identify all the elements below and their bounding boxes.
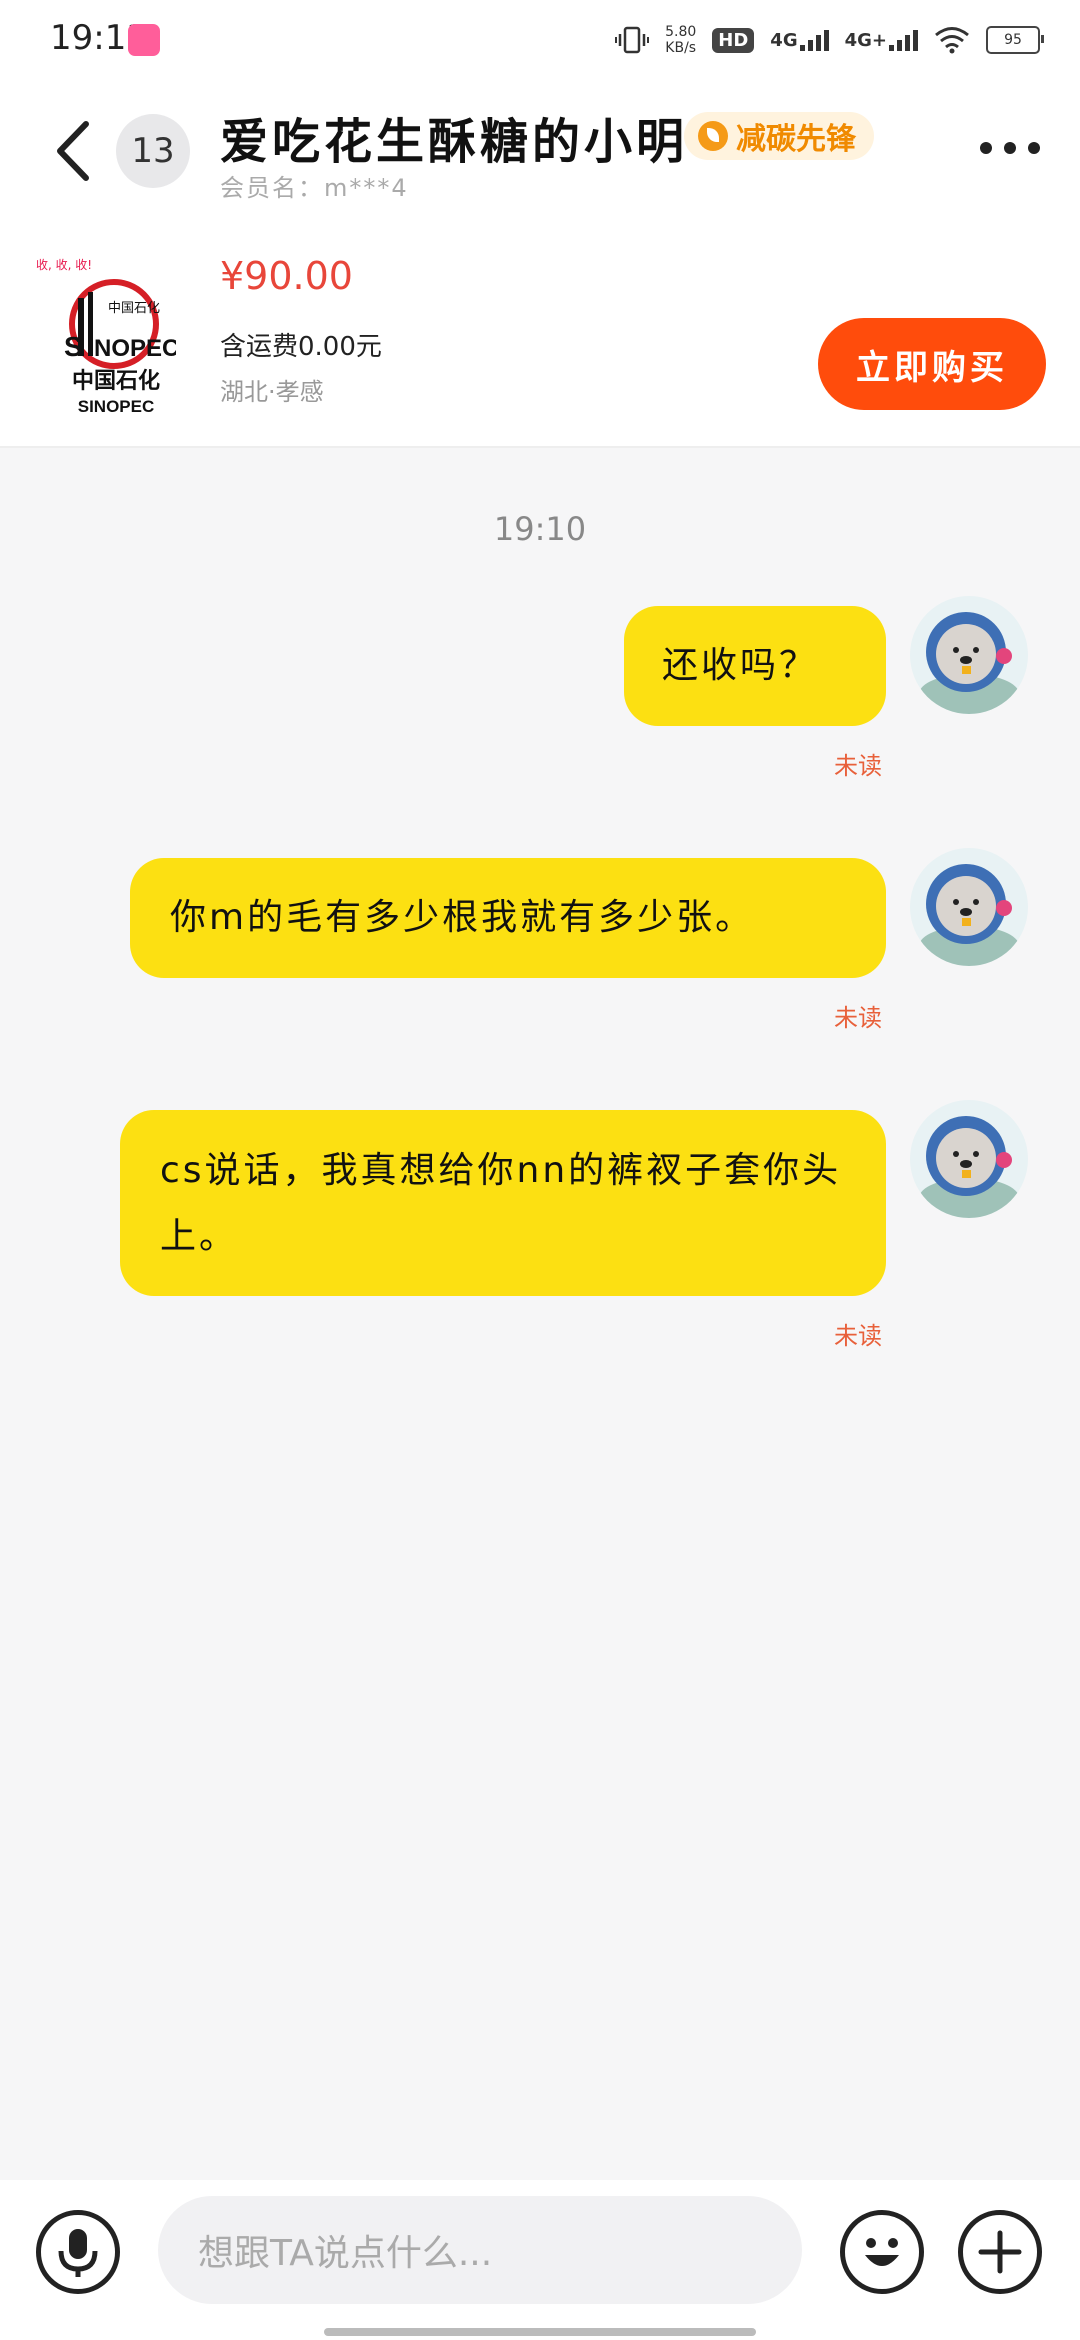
vibrate-icon	[615, 26, 650, 54]
signal-4gplus-icon: 4G+	[845, 29, 918, 51]
avatar[interactable]	[910, 596, 1028, 714]
svg-text:NOPEC: NOPEC	[94, 335, 176, 362]
read-status: 未读	[834, 752, 882, 780]
product-price: ¥90.00	[220, 254, 353, 298]
svg-text:S: S	[64, 331, 83, 362]
home-indicator[interactable]	[324, 2328, 756, 2336]
signal-4g-icon: 4G	[770, 29, 829, 51]
product-location: 湖北·孝感	[220, 378, 324, 406]
carbon-badge[interactable]: 减碳先锋	[684, 112, 874, 160]
avatar[interactable]	[910, 1100, 1028, 1218]
plus-icon	[978, 2230, 1022, 2274]
otter-astronaut-icon	[919, 1116, 1019, 1218]
smiley-icon	[865, 2238, 899, 2266]
read-status: 未读	[834, 1322, 882, 1350]
leaf-icon	[698, 121, 728, 151]
status-bar: 19:13 5.80 KB/s HD 4G 4G+ 95	[0, 0, 1080, 84]
more-options-icon[interactable]	[980, 142, 1040, 154]
avatar[interactable]	[910, 848, 1028, 966]
svg-text:中国石化: 中国石化	[108, 301, 160, 316]
svg-text:SINOPEC: SINOPEC	[78, 397, 155, 416]
network-speed: 5.80 KB/s	[665, 24, 697, 56]
microphone-icon	[58, 2229, 98, 2277]
sinopec-logo: 中国石化 S NOPEC 中国石化 SINOPEC	[64, 279, 176, 416]
contact-name: 爱吃花生酥糖的小明	[220, 114, 689, 170]
message-bubble[interactable]: cs说话，我真想给你nn的裤衩子套你头上。	[120, 1110, 886, 1296]
read-status: 未读	[834, 1004, 882, 1032]
message-input[interactable]: 想跟TA说点什么...	[158, 2196, 802, 2304]
back-icon[interactable]	[46, 116, 106, 186]
hd-icon: HD	[712, 27, 755, 53]
emoji-button[interactable]	[840, 2210, 924, 2294]
chat-header: 13 爱吃花生酥糖的小明 减碳先锋 会员名：m***4	[0, 84, 1080, 214]
product-card[interactable]: 收, 收, 收! 中国石化 S NOPEC 中国石化 SINOPEC ¥90.0…	[0, 214, 1080, 448]
member-name: 会员名：m***4	[220, 174, 409, 202]
shipping-fee: 含运费0.00元	[220, 332, 382, 362]
voice-button[interactable]	[36, 2210, 120, 2294]
otter-astronaut-icon	[919, 864, 1019, 966]
wifi-icon	[935, 27, 969, 54]
unread-count-badge[interactable]: 13	[116, 114, 190, 188]
message-bubble[interactable]: 还收吗？	[624, 606, 886, 726]
more-actions-button[interactable]	[958, 2210, 1042, 2294]
svg-text:中国石化: 中国石化	[72, 368, 160, 394]
otter-astronaut-icon	[919, 612, 1019, 714]
battery-icon: 95	[986, 26, 1044, 54]
status-indicators: 5.80 KB/s HD 4G 4G+ 95	[615, 20, 1044, 60]
chat-timestamp: 19:10	[493, 510, 587, 548]
input-bar: 想跟TA说点什么...	[0, 2180, 1080, 2340]
app-notification-icon	[128, 24, 160, 56]
product-tag: 收, 收, 收!	[36, 258, 93, 272]
message-bubble[interactable]: 你m的毛有多少根我就有多少张。	[130, 858, 886, 978]
buy-now-button[interactable]: 立即购买	[818, 318, 1046, 410]
